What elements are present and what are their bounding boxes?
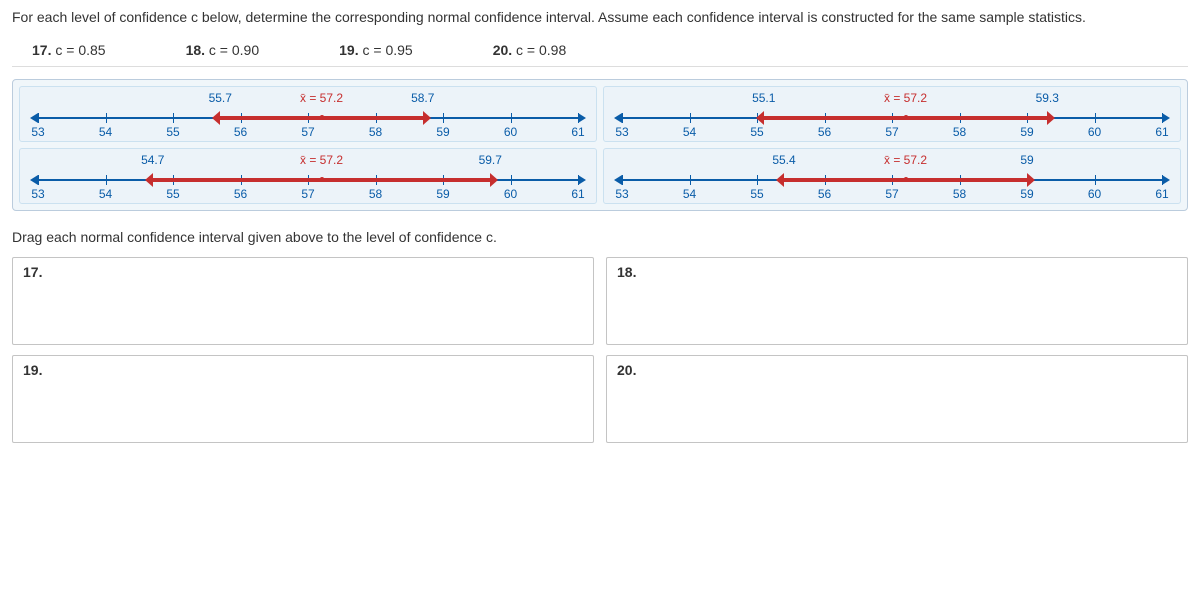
ci-high-label: 59 bbox=[1020, 153, 1033, 167]
tick-label: 53 bbox=[615, 187, 628, 201]
tick-label: 56 bbox=[234, 125, 247, 139]
tick-label: 55 bbox=[166, 125, 179, 139]
question-text: For each level of confidence c below, de… bbox=[12, 8, 1188, 28]
options-row: 17. c = 0.85 18. c = 0.90 19. c = 0.95 2… bbox=[12, 42, 1188, 67]
option-19: 19. c = 0.95 bbox=[339, 42, 413, 58]
drop-zone-19[interactable]: 19. bbox=[12, 355, 594, 443]
tick-label: 60 bbox=[1088, 125, 1101, 139]
interval-card[interactable]: 53 54 55 56 57 58 59 60 61 55.7 58.7 x̄ = 57.2 bbox=[19, 86, 597, 142]
ci-high-label: 58.7 bbox=[411, 91, 434, 105]
tick-label: 60 bbox=[504, 125, 517, 139]
tick-label: 54 bbox=[99, 125, 112, 139]
ci-high-label: 59.7 bbox=[479, 153, 502, 167]
ci-mean-label: x̄ = 57.2 bbox=[300, 91, 343, 105]
tick-label: 61 bbox=[571, 187, 584, 201]
drop-zone-18[interactable]: 18. bbox=[606, 257, 1188, 345]
tick-label: 55 bbox=[750, 187, 763, 201]
tick-label: 60 bbox=[1088, 187, 1101, 201]
instruction-text: Drag each normal confidence interval giv… bbox=[12, 229, 1188, 245]
drop-grid: 17. 18. 19. 20. bbox=[12, 257, 1188, 443]
ci-mean-label: x̄ = 57.2 bbox=[884, 153, 927, 167]
interval-card[interactable]: 53 54 55 56 57 58 59 60 61 55.4 59 x̄ = 57.2 bbox=[603, 148, 1181, 204]
tick-label: 53 bbox=[31, 187, 44, 201]
tick-label: 59 bbox=[436, 125, 449, 139]
source-panel: 53545556575859606155.758.7x̄ = 57.253545… bbox=[12, 79, 1188, 211]
tick-label: 56 bbox=[818, 187, 831, 201]
ci-low-label: 54.7 bbox=[141, 153, 164, 167]
tick-label: 54 bbox=[683, 125, 696, 139]
tick-label: 57 bbox=[885, 187, 898, 201]
ci-low-label: 55.4 bbox=[772, 153, 795, 167]
ci-high-label: 59.3 bbox=[1036, 91, 1059, 105]
ci-low-label: 55.7 bbox=[209, 91, 232, 105]
tick-label: 55 bbox=[166, 187, 179, 201]
tick-label: 53 bbox=[615, 125, 628, 139]
tick-label: 56 bbox=[234, 187, 247, 201]
tick-label: 60 bbox=[504, 187, 517, 201]
option-17: 17. c = 0.85 bbox=[32, 42, 106, 58]
option-18: 18. c = 0.90 bbox=[186, 42, 260, 58]
tick-label: 59 bbox=[436, 187, 449, 201]
tick-label: 54 bbox=[683, 187, 696, 201]
tick-label: 55 bbox=[750, 125, 763, 139]
tick-label: 53 bbox=[31, 125, 44, 139]
ci-mean-label: x̄ = 57.2 bbox=[884, 91, 927, 105]
interval-card[interactable]: 53 54 55 56 57 58 59 60 61 55.1 59.3 x̄ = 57.2 bbox=[603, 86, 1181, 142]
tick-label: 57 bbox=[885, 125, 898, 139]
option-20: 20. c = 0.98 bbox=[493, 42, 567, 58]
tick-label: 61 bbox=[571, 125, 584, 139]
drop-zone-17[interactable]: 17. bbox=[12, 257, 594, 345]
tick-label: 59 bbox=[1020, 125, 1033, 139]
tick-label: 57 bbox=[301, 125, 314, 139]
tick-label: 59 bbox=[1020, 187, 1033, 201]
tick-label: 58 bbox=[369, 187, 382, 201]
tick-label: 54 bbox=[99, 187, 112, 201]
tick-label: 58 bbox=[953, 187, 966, 201]
ci-low-label: 55.1 bbox=[752, 91, 775, 105]
tick-label: 58 bbox=[953, 125, 966, 139]
ci-mean-label: x̄ = 57.2 bbox=[300, 153, 343, 167]
tick-label: 58 bbox=[369, 125, 382, 139]
drop-zone-20[interactable]: 20. bbox=[606, 355, 1188, 443]
interval-card[interactable]: 53 54 55 56 57 58 59 60 61 54.7 59.7 x̄ = 57.2 bbox=[19, 148, 597, 204]
tick-label: 61 bbox=[1155, 187, 1168, 201]
tick-label: 57 bbox=[301, 187, 314, 201]
tick-label: 61 bbox=[1155, 125, 1168, 139]
tick-label: 56 bbox=[818, 125, 831, 139]
